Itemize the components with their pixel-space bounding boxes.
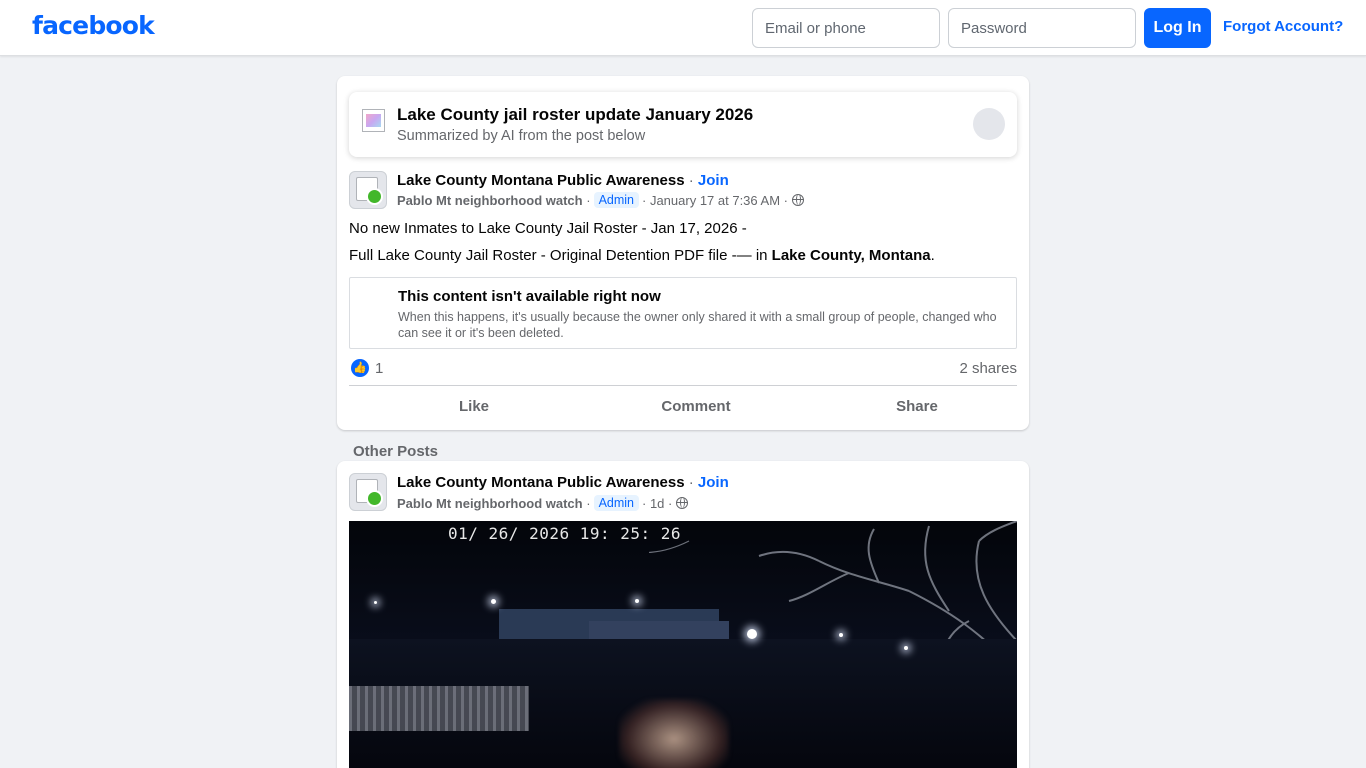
share-button[interactable]: Share xyxy=(807,398,1027,415)
group-avatar[interactable] xyxy=(349,473,387,511)
photo-light xyxy=(839,633,843,637)
post-timestamp[interactable]: January 17 at 7:36 AM xyxy=(650,193,780,208)
reaction-count[interactable]: 1 xyxy=(375,360,383,377)
unavailable-body: When this happens, it's usually because … xyxy=(398,310,997,340)
photo-light xyxy=(374,601,377,604)
divider xyxy=(349,385,1017,386)
separator-dot: · xyxy=(642,192,650,208)
post-card-2: Lake County Montana Public Awareness · J… xyxy=(337,461,1029,768)
separator-dot: · xyxy=(688,172,694,189)
photo-motion-blur xyxy=(619,699,729,768)
join-group-link[interactable]: Join xyxy=(698,474,729,491)
author-name-link[interactable]: Pablo Mt neighborhood watch xyxy=(397,496,583,511)
group-name-link[interactable]: Lake County Montana Public Awareness xyxy=(397,474,685,491)
security-camera-photo[interactable]: 01/ 26/ 2026 19: 25: 26 xyxy=(349,521,1017,768)
top-navigation-bar: facebook Log In Forgot Account? xyxy=(0,0,1366,56)
ai-summary-title: Lake County jail roster update January 2… xyxy=(397,105,754,124)
author-name-link[interactable]: Pablo Mt neighborhood watch xyxy=(397,193,583,208)
comment-button[interactable]: Comment xyxy=(586,398,806,415)
thumbs-up-icon[interactable]: 👍 xyxy=(351,359,369,377)
post-header-title: Lake County Montana Public Awareness · J… xyxy=(397,172,729,189)
post-timestamp[interactable]: 1d xyxy=(650,496,664,511)
post-card: Lake County jail roster update January 2… xyxy=(337,76,1029,430)
post-text-line-2: Full Lake County Jail Roster - Original … xyxy=(349,247,935,264)
admin-badge: Admin xyxy=(593,495,639,511)
log-in-button[interactable]: Log In xyxy=(1144,8,1211,48)
ai-summary-subtitle: Summarized by AI from the post below xyxy=(397,128,646,144)
email-field[interactable] xyxy=(752,8,940,48)
unavailable-content-box: This content isn't available right now W… xyxy=(349,277,1017,349)
globe-icon xyxy=(792,194,804,206)
unavailable-title: This content isn't available right now xyxy=(398,288,661,305)
photo-light xyxy=(904,646,908,650)
globe-icon xyxy=(676,497,689,509)
forgot-account-link[interactable]: Forgot Account? xyxy=(1223,18,1343,35)
post-header-title: Lake County Montana Public Awareness · J… xyxy=(397,474,729,491)
camera-timestamp: 01/ 26/ 2026 19: 25: 26 xyxy=(448,524,682,543)
separator-dot: · xyxy=(688,474,694,491)
location-link[interactable]: Lake County, Montana xyxy=(772,247,931,264)
other-posts-heading: Other Posts xyxy=(353,443,439,460)
facebook-logo[interactable]: facebook xyxy=(32,11,155,40)
password-field[interactable] xyxy=(948,8,1136,48)
group-name-link[interactable]: Lake County Montana Public Awareness xyxy=(397,172,685,189)
post-meta: Pablo Mt neighborhood watch · Admin · 1d… xyxy=(397,495,689,511)
ai-summary-banner[interactable]: Lake County jail roster update January 2… xyxy=(349,92,1017,157)
separator-dot: · xyxy=(582,495,591,511)
photo-light xyxy=(491,599,496,604)
post-text-line-1: No new Inmates to Lake County Jail Roste… xyxy=(349,220,747,237)
separator-dot: · xyxy=(642,495,650,511)
post-meta: Pablo Mt neighborhood watch · Admin · Ja… xyxy=(397,192,804,208)
shares-count[interactable]: 2 shares xyxy=(959,360,1017,377)
ai-summary-icon xyxy=(362,109,385,132)
like-button[interactable]: Like xyxy=(364,398,584,415)
admin-badge: Admin xyxy=(593,192,639,208)
separator-dot: · xyxy=(582,192,591,208)
separator-dot: · xyxy=(664,495,673,511)
separator-dot: · xyxy=(780,192,788,208)
photo-light xyxy=(635,599,639,603)
ai-summary-expand-button[interactable] xyxy=(973,108,1005,140)
group-avatar[interactable] xyxy=(349,171,387,209)
photo-fence xyxy=(349,686,529,731)
join-group-link[interactable]: Join xyxy=(698,172,729,189)
photo-light xyxy=(747,629,757,639)
